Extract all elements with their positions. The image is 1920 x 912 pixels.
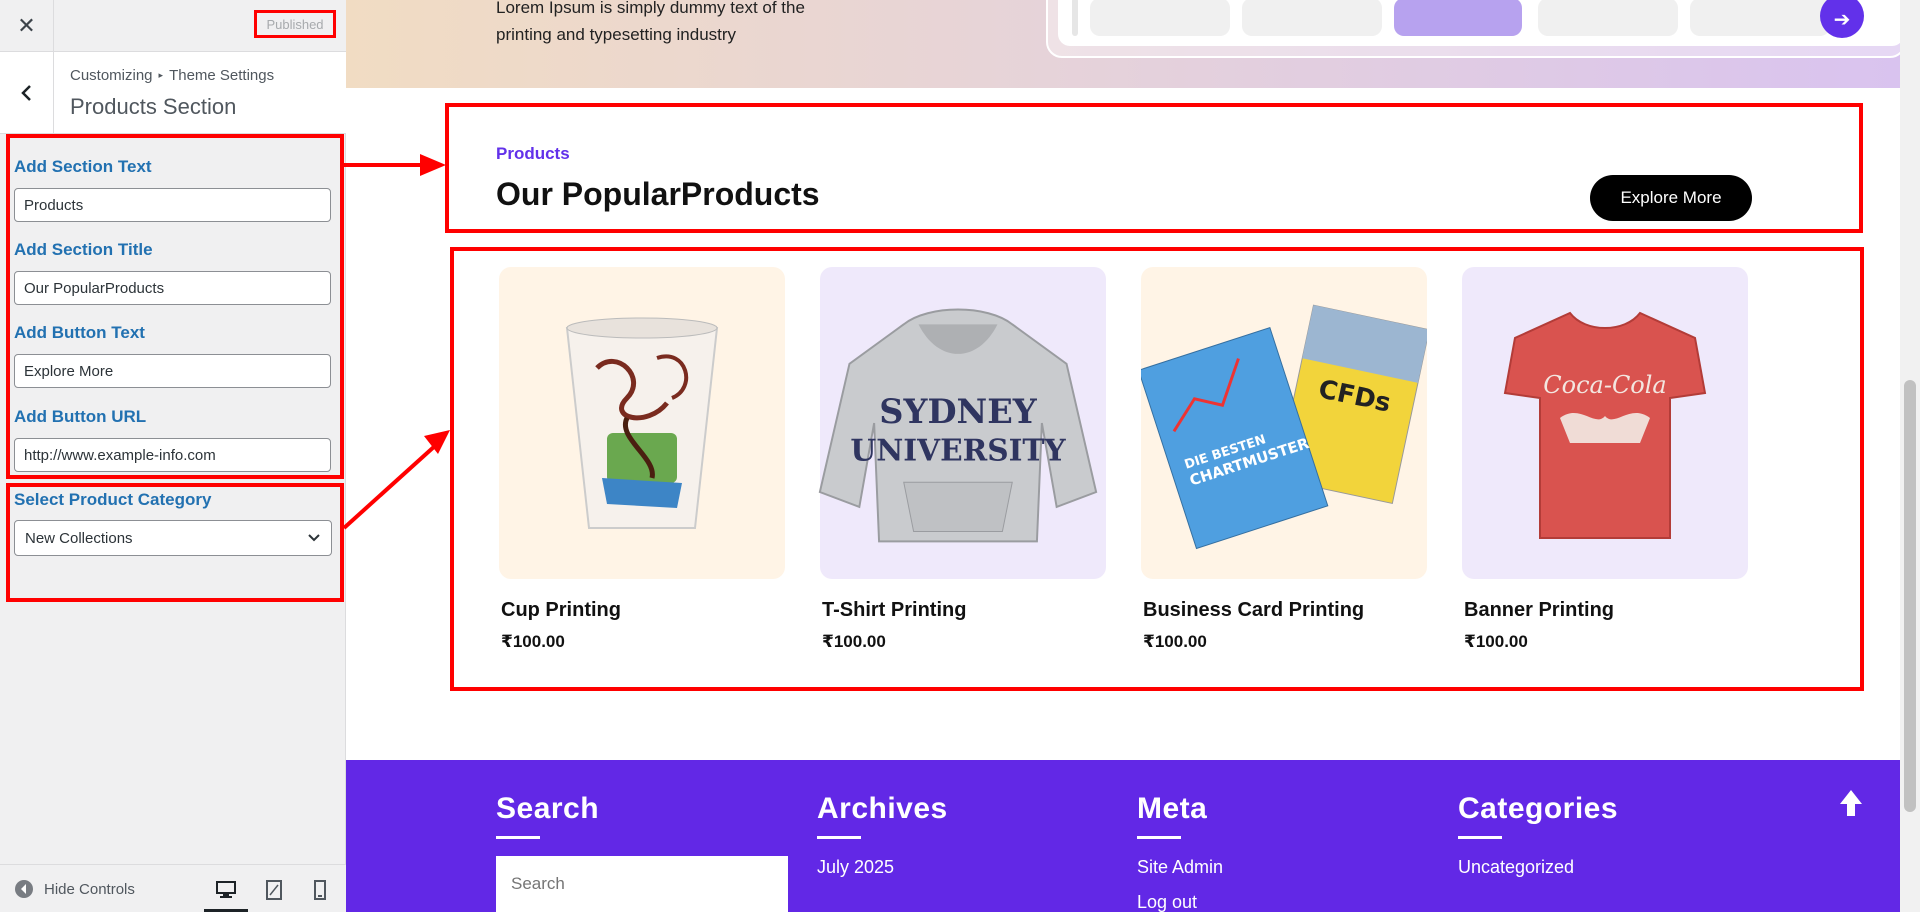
section-title-input[interactable] [14,271,331,305]
footer-categories-title: Categories [1458,792,1619,825]
button-text-label: Add Button Text [14,323,145,342]
product-card[interactable]: CFDs DIE BESTEN CHARTMUSTER Business Car… [1141,267,1427,652]
product-card[interactable]: SYDNEY UNIVERSITY T-Shirt Printing ₹100.… [818,267,1106,652]
product-price: ₹100.00 [1464,632,1528,651]
product-name[interactable]: Business Card Printing [1141,599,1427,622]
product-price: ₹100.00 [501,632,565,651]
product-name[interactable]: Banner Printing [1462,599,1748,622]
back-chevron-icon[interactable] [0,52,54,134]
section-text-input[interactable] [14,188,331,222]
button-url-input[interactable] [14,438,331,472]
breadcrumb-separator: ▸ [158,70,164,80]
tablet-icon [266,880,282,900]
products-section-title: Our PopularProducts [496,176,820,212]
slider-thumb-active[interactable] [1394,0,1522,36]
product-category-value: New Collections [25,529,133,547]
slider-thumb[interactable] [1072,0,1078,36]
preview-scrollbar[interactable] [1900,0,1920,912]
mobile-preview-button[interactable] [298,873,342,907]
footer-search-title: Search [496,792,600,825]
tshirt-image[interactable]: Coca-Cola [1462,267,1748,579]
footer-meta-widget: Meta Site Admin Log out [1137,792,1223,912]
section-text-label: Add Section Text [14,157,152,176]
footer-meta-title: Meta [1137,792,1208,825]
product-name[interactable]: T-Shirt Printing [820,599,1106,622]
arrow-right-icon[interactable]: ➔ [1820,0,1864,38]
product-price: ₹100.00 [822,632,886,651]
hide-controls-label: Hide Controls [44,880,135,898]
meta-link-site-admin[interactable]: Site Admin [1137,857,1223,878]
scrollbar-thumb[interactable] [1904,380,1916,812]
product-category-label: Select Product Category [14,490,212,509]
site-preview: Lorem Ipsum is simply dummy text of the … [346,0,1920,912]
customizer-footer: Hide Controls [0,864,346,912]
products-section-label: Products [496,144,570,163]
footer-categories-widget: Categories Uncategorized [1458,792,1618,878]
mobile-icon [314,880,326,900]
meta-link-logout[interactable]: Log out [1137,892,1223,912]
collapse-arrow-icon [15,880,33,898]
archive-link[interactable]: July 2025 [817,857,948,878]
cup-image[interactable] [499,267,785,579]
button-url-label: Add Button URL [14,407,147,426]
slider-thumb[interactable] [1538,0,1678,36]
product-name[interactable]: Cup Printing [499,599,785,622]
section-header: Customizing ▸ Theme Settings Products Sect… [0,52,346,134]
title-underline [817,836,861,839]
title-underline [496,836,540,839]
hero-banner: Lorem Ipsum is simply dummy text of the … [346,0,1906,88]
hoodie-image[interactable]: SYDNEY UNIVERSITY [818,267,1106,579]
product-category-select[interactable]: New Collections [14,520,332,556]
hoodie-print-bottom: UNIVERSITY [850,432,1066,467]
section-title: Products Section [70,94,237,119]
chevron-down-icon [308,534,320,542]
annotation-box-text-controls [6,134,344,479]
product-price: ₹100.00 [1143,632,1207,651]
footer-archives-widget: Archives July 2025 [817,792,948,878]
hero-slider-inner: ➔ [1058,0,1904,46]
scroll-to-top-icon[interactable] [1836,786,1866,820]
footer-search-widget: Search [496,792,599,839]
published-label: Published [266,16,324,32]
close-icon[interactable]: ✕ [0,0,54,52]
category-link[interactable]: Uncategorized [1458,857,1618,878]
published-button[interactable]: Published [254,10,336,38]
title-underline [1137,836,1181,839]
books-image[interactable]: CFDs DIE BESTEN CHARTMUSTER [1141,267,1427,579]
product-card[interactable]: Cup Printing ₹100.00 [499,267,785,652]
slider-thumb[interactable] [1090,0,1230,36]
desktop-preview-button[interactable] [204,873,248,912]
customizer-sidebar: ✕ Published Customizing ▸ Theme Settings P… [0,0,346,912]
button-text-input[interactable] [14,354,331,388]
breadcrumb: Customizing ▸ Theme Settings [70,67,274,84]
slider-thumb[interactable] [1690,0,1830,36]
desktop-icon [216,881,236,898]
hide-controls-button[interactable]: Hide Controls [14,879,135,899]
footer-search-input[interactable] [496,856,788,912]
tablet-preview-button[interactable] [252,873,296,907]
breadcrumb-root: Customizing [70,67,153,84]
slider-thumb[interactable] [1242,0,1382,36]
title-underline [1458,836,1502,839]
breadcrumb-parent: Theme Settings [169,67,275,84]
customizer-header: ✕ Published [0,0,346,52]
hero-slider-card: ➔ [1046,0,1906,58]
tshirt-logo: Coca-Cola [1543,371,1666,399]
hoodie-print-top: SYDNEY [879,392,1037,431]
section-title-label: Add Section Title [14,240,153,259]
hero-text: Lorem Ipsum is simply dummy text of the … [496,0,805,44]
product-card[interactable]: Coca-Cola Banner Printing ₹100.00 [1462,267,1748,652]
footer-archives-title: Archives [817,792,948,825]
explore-more-button[interactable]: Explore More [1590,175,1752,221]
